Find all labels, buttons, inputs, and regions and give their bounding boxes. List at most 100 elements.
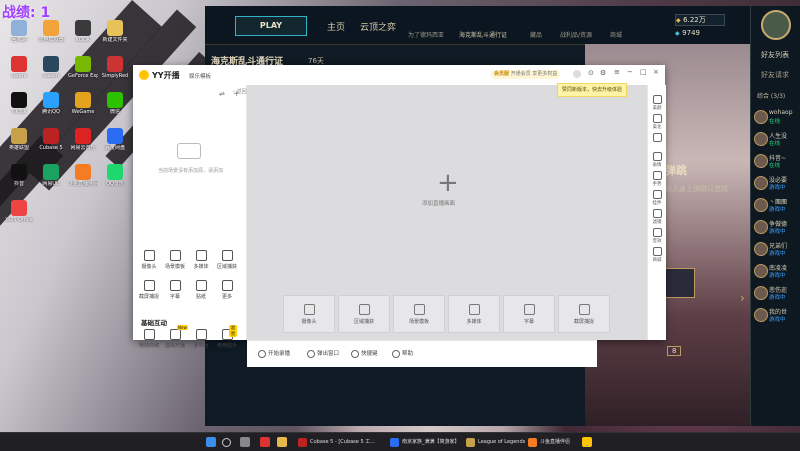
tool-6[interactable]: 贴纸 (191, 280, 211, 300)
record-button[interactable]: 开始录播 (258, 349, 290, 358)
right-action[interactable]: 手势 (648, 171, 666, 187)
right-action[interactable]: 表情 (648, 152, 666, 168)
right-action[interactable]: 美颜 (648, 95, 666, 111)
friend-avatar[interactable] (754, 132, 768, 146)
collapse-icon[interactable]: ⇌ (219, 90, 225, 98)
desktop-icon[interactable]: GeForce Experience (68, 56, 98, 79)
desktop-icon[interactable]: TikTok (4, 92, 34, 115)
right-action[interactable]: 滤镜 (648, 209, 666, 225)
friend-avatar[interactable] (754, 264, 768, 278)
interact-2[interactable]: 多平台 (191, 329, 211, 349)
desktop-icon[interactable]: 抖音 (4, 164, 34, 187)
carousel-next-icon[interactable]: › (740, 291, 745, 305)
friend-avatar[interactable] (754, 176, 768, 190)
tool-2[interactable]: 多媒体 (191, 250, 211, 270)
interact-0[interactable]: 特效商城 (139, 329, 159, 349)
source-card[interactable]: 多媒体 (448, 295, 500, 333)
desktop-icon[interactable]: KOOK (68, 20, 98, 43)
desktop-icon[interactable]: 网易UU (36, 164, 66, 187)
user-avatar[interactable] (573, 70, 581, 78)
tab-hextech-pass[interactable]: 海克斯乱斗通行证 (459, 30, 507, 39)
tool-0[interactable]: 摄像头 (139, 250, 159, 270)
tab-loot[interactable]: 战利品/资源 (560, 30, 592, 39)
tool-7[interactable]: 更多 (217, 280, 237, 300)
add-source-label[interactable]: 添加直播画面 (422, 199, 455, 207)
tool-3[interactable]: 区域捕获 (217, 250, 237, 270)
help-button[interactable]: 帮助 (392, 349, 413, 358)
desktop-icon[interactable]: 雷电模拟器 (36, 20, 66, 43)
wps-icon[interactable] (260, 437, 270, 447)
right-action[interactable]: 音效 (648, 228, 666, 244)
friend-avatar[interactable] (754, 110, 768, 124)
desktop-icon[interactable]: QQ音乐 (100, 164, 130, 187)
friend-avatar[interactable] (754, 220, 768, 234)
gift-icon[interactable]: ⊙ (588, 69, 594, 77)
vip-badge[interactable]: 会员服 开通会员 享更多权益 (491, 70, 561, 79)
maximize-icon[interactable]: □ (640, 68, 647, 76)
popout-button[interactable]: 弹出窗口 (307, 349, 339, 358)
taskbar-app[interactable]: 斗鱼直播伴侣 (528, 436, 570, 448)
source-card[interactable]: 区域捕获 (338, 295, 390, 333)
desktop-icon[interactable]: Opera (4, 56, 34, 79)
desktop-icon[interactable]: SimplyRed (100, 56, 130, 79)
tool-5[interactable]: 字幕 (165, 280, 185, 300)
mode-selector[interactable]: 娱乐模板 (189, 72, 211, 80)
skin-icon[interactable]: ⚙ (600, 69, 606, 77)
desktop-icon[interactable]: Steam (36, 56, 66, 79)
augment-card[interactable] (665, 268, 695, 298)
interact-3[interactable]: 电竞助手 超赞 (217, 325, 237, 349)
desktop-icon[interactable]: WPS Office (4, 200, 34, 223)
friend-avatar[interactable] (754, 154, 768, 168)
menu-icon[interactable]: ≡ (614, 68, 620, 76)
friend-name[interactable]: wohaop (769, 109, 793, 116)
source-card[interactable]: 字幕 (503, 295, 555, 333)
add-source-icon[interactable]: + (437, 170, 459, 196)
desktop-icon[interactable]: 英雄联盟 (4, 128, 34, 151)
desktop-icon[interactable]: 回收站 (4, 20, 34, 43)
friend-requests[interactable]: 好友请求 (761, 70, 789, 80)
close-icon[interactable]: × (653, 68, 659, 76)
tool-4[interactable]: 截屏捕捉 (139, 280, 159, 300)
source-card[interactable]: 截屏捕捉 (558, 295, 610, 333)
file-explorer-icon[interactable] (277, 437, 287, 447)
desktop-icon[interactable]: 微信 (100, 92, 130, 115)
taskbar-app[interactable]: Cubase 5 - [Cubase 5 工... (298, 436, 375, 448)
tab-store[interactable]: 商城 (610, 30, 622, 39)
desktop-icon[interactable]: 新建文件夹 (100, 20, 130, 43)
tab-demacia[interactable]: 为了德玛西亚 (408, 30, 444, 39)
friend-avatar[interactable] (754, 308, 768, 322)
profile-avatar[interactable] (761, 10, 791, 40)
desktop-icon[interactable]: Cubase 5 (36, 128, 66, 151)
desktop-icon[interactable]: WeGame (68, 92, 98, 115)
task-view-icon[interactable] (240, 437, 250, 447)
right-action[interactable] (648, 133, 666, 143)
desktop-icon[interactable]: 网易云音乐 (68, 128, 98, 151)
friend-avatar[interactable] (754, 242, 768, 256)
search-icon[interactable] (222, 438, 231, 447)
yy-taskbar-icon[interactable] (582, 437, 592, 447)
play-button[interactable]: PLAY (235, 16, 307, 36)
start-icon[interactable] (206, 437, 216, 447)
hotkey-button[interactable]: 快捷键 (351, 349, 378, 358)
tab-home[interactable]: 主页 (327, 20, 345, 33)
be-balance[interactable]: ◆ 9749 (675, 28, 723, 38)
desktop-icon[interactable]: 腾讯QQ (36, 92, 66, 115)
taskbar-app[interactable]: 南京家族_满满【简游家】 (390, 436, 460, 448)
friend-avatar[interactable] (754, 198, 768, 212)
desktop-icon[interactable]: 斗鱼直播伴侣 (68, 164, 98, 187)
tool-1[interactable]: 场景模板 (165, 250, 185, 270)
desktop-icon[interactable]: 百度网盘 (100, 128, 130, 151)
back-button[interactable]: ‹ 返回 (233, 88, 247, 95)
right-action[interactable]: 美化 (648, 114, 666, 130)
friends-group[interactable]: 综合 (3/3) (757, 91, 785, 100)
tab-tft[interactable]: 云顶之弈 (360, 20, 396, 33)
right-action[interactable]: 商城 (648, 247, 666, 263)
rp-balance[interactable]: ◆ 6.22万 (675, 14, 725, 26)
friend-avatar[interactable] (754, 286, 768, 300)
source-card[interactable]: 摄像头 (283, 295, 335, 333)
right-action[interactable]: 挂件 (648, 190, 666, 206)
tab-collection[interactable]: 藏品 (530, 30, 542, 39)
minimize-icon[interactable]: − (627, 68, 633, 76)
interact-1[interactable]: 虚拟开播 New (165, 325, 188, 349)
taskbar-app[interactable]: League of Legends (466, 436, 525, 448)
